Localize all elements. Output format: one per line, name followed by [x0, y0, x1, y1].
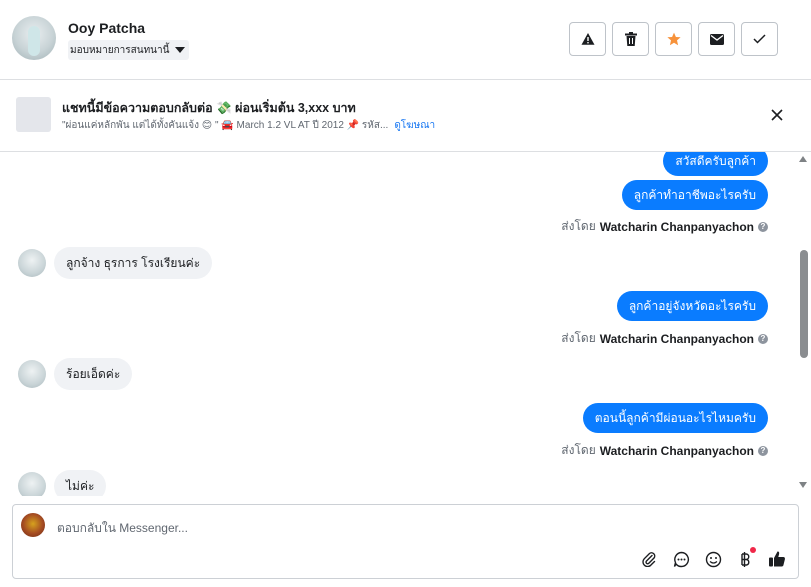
report-spam-button[interactable]: [569, 22, 606, 56]
reply-input[interactable]: ตอบกลับใน Messenger...: [57, 519, 188, 538]
quick-reply-button[interactable]: [672, 550, 690, 568]
trash-icon: [624, 32, 637, 46]
quick-reply-icon: [673, 551, 689, 567]
warning-icon: [581, 33, 594, 45]
incoming-message-row: ลูกจ้าง ธุรการ โรงเรียนค่ะ: [18, 247, 213, 279]
scroll-down-arrow[interactable]: [799, 482, 807, 488]
ad-subtitle: "ผ่อนแค่หลักพัน แต่ได้ทั้งคันแจ้ง 😊 " 🚘 …: [62, 118, 435, 133]
info-icon[interactable]: ?: [758, 333, 768, 344]
incoming-message: ร้อยเอ็ดค่ะ: [54, 358, 133, 390]
notification-dot: [750, 547, 756, 553]
baht-icon: [741, 551, 750, 567]
sent-by-prefix: ส่งโดย: [561, 443, 596, 457]
outgoing-message: ลูกค้าอยู่จังหวัดอะไรครับ: [616, 291, 768, 321]
star-button[interactable]: [655, 22, 692, 56]
info-icon[interactable]: ?: [758, 445, 768, 456]
payment-button[interactable]: [736, 547, 756, 568]
sent-by-label: ส่งโดย Watcharin Chanpanyachon ?: [561, 217, 768, 236]
scrollbar-thumb[interactable]: [800, 250, 808, 358]
sent-by-prefix: ส่งโดย: [561, 331, 596, 345]
info-icon[interactable]: ?: [758, 221, 768, 232]
emoji-button[interactable]: [704, 550, 722, 568]
incoming-message-row: ไม่ค่ะ: [18, 470, 107, 496]
page-avatar: [21, 513, 45, 537]
sender-name: Watcharin Chanpanyachon: [599, 219, 754, 234]
outgoing-message: ตอนนี้ลูกค้ามีผ่อนอะไรไหมครับ: [582, 403, 768, 433]
like-button[interactable]: [768, 550, 786, 568]
sent-by-label: ส่งโดย Watcharin Chanpanyachon ?: [561, 441, 768, 460]
incoming-message: ไม่ค่ะ: [54, 470, 107, 496]
outgoing-message: ลูกค้าทำอาชีพอะไรครับ: [621, 180, 768, 210]
outgoing-message: สวัสดีครับลูกค้า: [663, 152, 768, 176]
emoji-icon: [705, 551, 721, 567]
scroll-up-arrow[interactable]: [799, 156, 807, 162]
ad-context-banner: แชทนี้มีข้อความตอบกลับต่อ 💸 ผ่อนเริ่มต้น…: [0, 81, 811, 152]
thread-actions: [569, 22, 778, 56]
sender-name: Watcharin Chanpanyachon: [599, 443, 754, 458]
message-list[interactable]: สวัสดีครับลูกค้า ลูกค้าทำอาชีพอะไรครับ ส…: [0, 152, 811, 496]
assign-conversation-dropdown[interactable]: มอบหมายการสนทนานี้: [68, 40, 190, 60]
thread-header: Ooy Patcha มอบหมายการสนทนานี้: [0, 0, 811, 80]
contact-avatar-small: [18, 249, 46, 277]
ad-title: แชทนี้มีข้อความตอบกลับต่อ 💸 ผ่อนเริ่มต้น…: [62, 101, 356, 115]
contact-avatar-small: [18, 360, 46, 388]
assign-label: มอบหมายการสนทนานี้: [70, 44, 170, 56]
check-icon: [753, 34, 766, 44]
contact-avatar[interactable]: [12, 16, 56, 60]
attach-icon: [642, 552, 656, 567]
delete-button[interactable]: [612, 22, 649, 56]
incoming-message-row: ร้อยเอ็ดค่ะ: [18, 358, 133, 390]
contact-name[interactable]: Ooy Patcha: [68, 20, 145, 36]
thumbs-up-icon: [769, 551, 785, 567]
sent-by-label: ส่งโดย Watcharin Chanpanyachon ?: [561, 329, 768, 348]
close-icon[interactable]: [769, 107, 785, 123]
mark-unread-button[interactable]: [698, 22, 735, 56]
composer-tools: [640, 547, 786, 568]
mark-done-button[interactable]: [741, 22, 778, 56]
view-ad-link[interactable]: ดูโฆษณา: [394, 120, 435, 131]
caret-down-icon: [175, 47, 186, 53]
envelope-icon: [709, 33, 724, 45]
star-icon: [666, 32, 681, 46]
sender-name: Watcharin Chanpanyachon: [599, 331, 754, 346]
contact-avatar-small: [18, 472, 46, 496]
messenger-inbox-thread: Ooy Patcha มอบหมายการสนทนานี้ แชทนี้มีข้…: [0, 0, 811, 587]
ad-thumbnail: [16, 97, 51, 132]
incoming-message: ลูกจ้าง ธุรการ โรงเรียนค่ะ: [54, 247, 213, 279]
reply-composer: ตอบกลับใน Messenger...: [12, 504, 799, 579]
attach-button[interactable]: [640, 550, 658, 568]
sent-by-prefix: ส่งโดย: [561, 219, 596, 233]
ad-subtitle-text: "ผ่อนแค่หลักพัน แต่ได้ทั้งคันแจ้ง 😊 " 🚘 …: [62, 120, 389, 131]
